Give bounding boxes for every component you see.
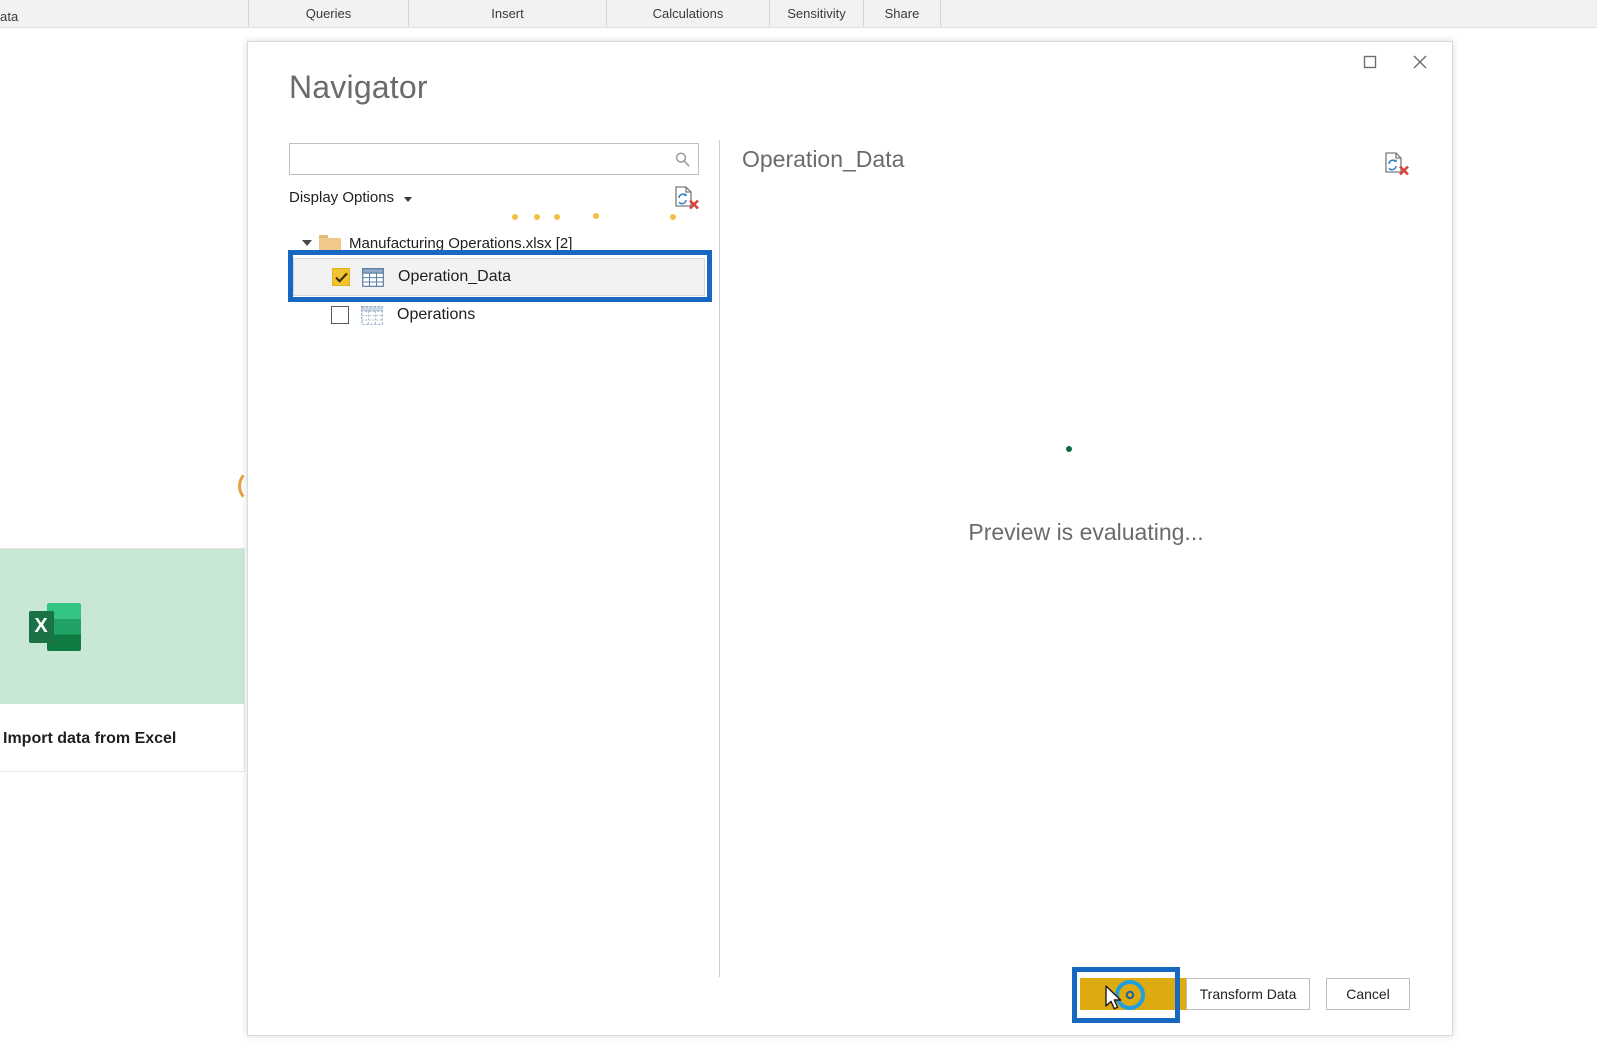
excel-icon: X [28, 602, 81, 651]
ribbon-tab-calculations[interactable]: Calculations [606, 0, 769, 27]
transform-data-button[interactable]: Transform Data [1186, 978, 1310, 1010]
screen-root: ata Queries Insert Calculations Sensitivity… [0, 0, 1597, 1060]
excel-icon-letter: X [34, 615, 48, 637]
ribbon-tab-insert[interactable]: Insert [408, 0, 606, 27]
ribbon-tab-queries[interactable]: Queries [248, 0, 408, 27]
tree-item-operation-data[interactable]: Operation_Data [293, 258, 705, 296]
sheet-icon [361, 305, 383, 325]
tree-item-label: Operation_Data [398, 268, 511, 285]
refresh-preview-error-icon-right[interactable] [1381, 150, 1411, 178]
checkmark-icon [334, 272, 348, 283]
tree-item-operations[interactable]: Operations [289, 296, 709, 334]
loading-spinner-dot [1066, 446, 1072, 452]
card-caption: Import data from Excel [3, 729, 177, 747]
card-thumbnail: X [0, 549, 244, 704]
tree-item-label: Operations [397, 306, 476, 323]
mouse-cursor [1105, 985, 1125, 1013]
tree-root-workbook[interactable]: Manufacturing Operations.xlsx [2] [289, 228, 709, 258]
preview-title: Operation_Data [742, 146, 905, 172]
table-icon [362, 267, 384, 287]
navigator-dialog: Navigator Display Options Manufacturing … [247, 41, 1453, 1036]
expander-collapse-icon[interactable] [299, 240, 315, 246]
ribbon-tab-partial-data[interactable]: ata [0, 9, 18, 24]
ribbon-tab-share[interactable]: Share [863, 0, 941, 27]
navigator-tree: Manufacturing Operations.xlsx [2] Operat… [289, 228, 709, 334]
import-data-from-excel-card[interactable]: X Import data from Excel [0, 548, 245, 772]
checkbox-operations[interactable] [331, 306, 349, 324]
pane-divider [719, 140, 720, 977]
folder-icon [319, 234, 341, 252]
excel-ribbon-tab-bar: ata Queries Insert Calculations Sensitivity… [0, 0, 1597, 28]
cancel-button[interactable]: Cancel [1326, 978, 1410, 1010]
tree-root-label: Manufacturing Operations.xlsx [2] [349, 234, 573, 252]
ribbon-tab-sensitivity[interactable]: Sensitivity [769, 0, 863, 27]
preview-status-message: Preview is evaluating... [968, 519, 1204, 545]
checkbox-operation-data[interactable] [332, 268, 350, 286]
